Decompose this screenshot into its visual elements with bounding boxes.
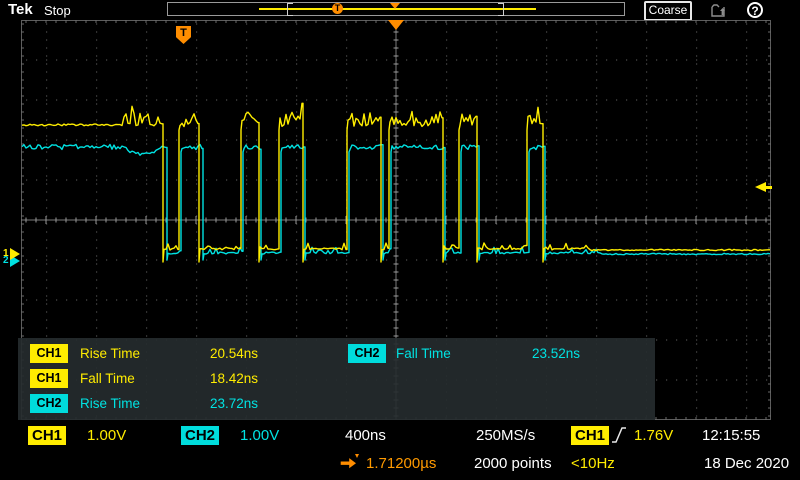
measurement-name: Fall Time	[396, 346, 451, 361]
rising-edge-slope-icon	[611, 425, 627, 448]
record-view-bar[interactable]: T	[167, 2, 625, 16]
measurement-value: 23.72ns	[210, 396, 258, 411]
acquisition-state: Stop	[44, 3, 71, 18]
ch1-badge: CH1	[30, 344, 68, 363]
measurement-row: CH2 Rise Time 23.72ns	[18, 394, 655, 414]
ch1-marker-arrow-icon	[10, 248, 20, 260]
ch1-scale-value: 1.00V	[87, 427, 126, 444]
trigger-level-arrow-tail	[766, 186, 772, 189]
trigger-source-badge[interactable]: CH1	[571, 426, 609, 445]
zoom-window-left-bracket[interactable]	[287, 3, 293, 16]
measurement-name: Fall Time	[80, 371, 135, 386]
measurement-value: 18.42ns	[210, 371, 258, 386]
zoom-window-right-bracket[interactable]	[498, 3, 504, 16]
ch1-badge: CH1	[30, 369, 68, 388]
measurement-row: CH1 Rise Time 20.54ns CH2 Fall Time 23.5…	[18, 344, 655, 364]
ch1-marker-digit: 1	[3, 248, 9, 259]
top-bar: Tek Stop T Coarse ?	[0, 0, 800, 20]
horizontal-delay-arrow-icon	[339, 453, 363, 473]
trigger-level-readout: 1.76V	[634, 427, 673, 444]
measurement-name: Rise Time	[80, 396, 140, 411]
record-length-readout: 2000 points	[474, 455, 552, 472]
sample-rate-readout: 250MS/s	[476, 427, 535, 444]
clock-date: 18 Dec 2020	[704, 455, 789, 472]
ch2-scale-badge[interactable]: CH2	[181, 426, 219, 445]
clock-time: 12:15:55	[702, 427, 760, 444]
measurements-panel: CH1 Rise Time 20.54ns CH2 Fall Time 23.5…	[18, 338, 655, 422]
measurement-value: 23.52ns	[532, 346, 580, 361]
trigger-level-arrow-icon[interactable]	[755, 182, 766, 192]
measurement-value: 20.54ns	[210, 346, 258, 361]
timebase-readout: 400ns	[345, 427, 386, 444]
horizontal-delay-readout: 1.71200µs	[366, 455, 436, 472]
ch2-badge: CH2	[348, 344, 386, 363]
ch2-scale-value: 1.00V	[240, 427, 279, 444]
trigger-position-marker-icon[interactable]	[388, 20, 404, 30]
save-file-icon[interactable]	[711, 3, 727, 17]
coarse-button[interactable]: Coarse	[644, 1, 692, 21]
help-icon[interactable]: ?	[747, 2, 763, 18]
tek-logo: Tek	[8, 1, 33, 18]
trigger-frequency-readout: <10Hz	[571, 455, 615, 472]
record-window-position-icon	[390, 3, 400, 9]
ch2-badge: CH2	[30, 394, 68, 413]
status-bar: CH1 1.00V CH2 1.00V 400ns 250MS/s CH1 1.…	[0, 420, 800, 480]
record-trigger-position-icon: T	[332, 3, 343, 14]
ch1-scale-badge[interactable]: CH1	[28, 426, 66, 445]
measurement-name: Rise Time	[80, 346, 140, 361]
measurement-row: CH1 Fall Time 18.42ns	[18, 369, 655, 389]
